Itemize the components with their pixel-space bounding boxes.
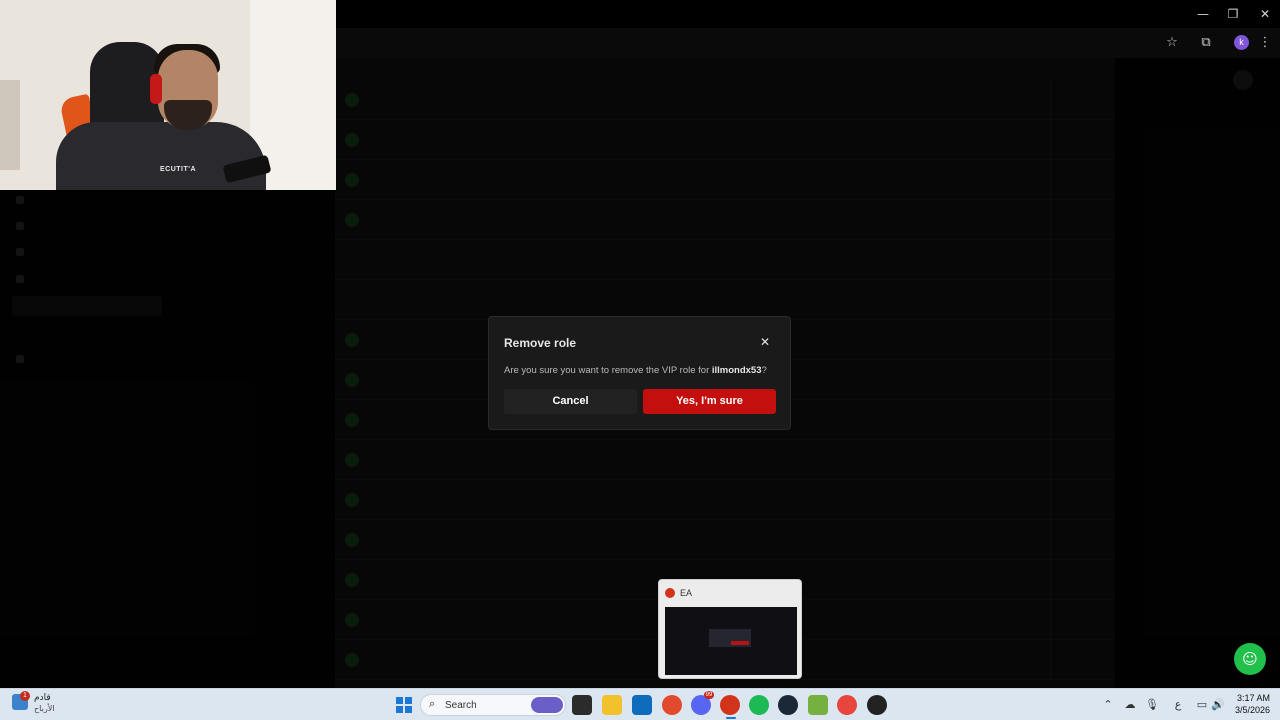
chevron-up-icon[interactable]: ⌃ bbox=[1100, 697, 1116, 713]
close-icon[interactable]: ✕ bbox=[757, 334, 773, 350]
widget-subtext[interactable]: الأرباح bbox=[34, 704, 54, 713]
steam-icon[interactable] bbox=[778, 695, 798, 715]
dialog-message-text: Are you sure you want to remove the VIP … bbox=[504, 365, 712, 376]
spotify-icon[interactable] bbox=[749, 695, 769, 715]
taskbar: 1 قادم الأرباح ⌕ Search 99 ⌃ ☁ 🎙 ع ▭ 🔊 3… bbox=[0, 688, 1280, 720]
cancel-button[interactable]: Cancel bbox=[504, 389, 637, 414]
preview-button bbox=[731, 641, 749, 645]
preview-title: EA bbox=[680, 588, 693, 598]
webcam-overlay: ECUTIT'A bbox=[0, 0, 336, 190]
notification-badge: 1 bbox=[20, 691, 30, 701]
cloud-icon[interactable]: ☁ bbox=[1122, 697, 1138, 713]
search-highlight-art bbox=[531, 697, 563, 713]
star-icon[interactable]: ☆ bbox=[1162, 33, 1182, 53]
search-placeholder: Search bbox=[445, 700, 477, 711]
dialog-message-end: ? bbox=[761, 365, 767, 376]
support-chat-icon[interactable]: ☺ bbox=[1234, 643, 1266, 675]
headset bbox=[150, 74, 162, 104]
puzzle-icon[interactable]: ⧉ bbox=[1196, 33, 1216, 53]
active-indicator bbox=[726, 717, 736, 719]
minimize-button[interactable]: — bbox=[1188, 4, 1218, 24]
chrome-icon[interactable] bbox=[837, 695, 857, 715]
restore-button[interactable]: ❐ bbox=[1218, 4, 1248, 24]
kebab-menu-icon[interactable]: ⋮ bbox=[1255, 33, 1275, 53]
dialog-username: illmondx53 bbox=[711, 365, 762, 376]
language-indicator[interactable]: ع bbox=[1170, 697, 1186, 713]
clock-date[interactable]: 3/5/2026 bbox=[1226, 705, 1270, 715]
file-explorer-icon[interactable] bbox=[602, 695, 622, 715]
store-icon[interactable] bbox=[632, 695, 652, 715]
search-icon: ⌕ bbox=[429, 697, 436, 710]
app-icon[interactable] bbox=[867, 695, 887, 715]
taskbar-search[interactable]: ⌕ Search bbox=[420, 694, 566, 716]
network-icon[interactable]: ▭ bbox=[1194, 697, 1210, 713]
windows-start-icon[interactable] bbox=[396, 697, 412, 713]
discord-badge: 99 bbox=[704, 691, 714, 699]
remove-role-dialog: Remove role ✕ Are you sure you want to r… bbox=[488, 316, 791, 430]
volume-icon[interactable]: 🔊 bbox=[1210, 697, 1226, 713]
hoodie-print: ECUTIT'A bbox=[160, 166, 196, 173]
taskbar-window-preview[interactable]: EA bbox=[658, 579, 802, 679]
ea-icon[interactable] bbox=[720, 695, 740, 715]
lamp bbox=[0, 80, 20, 170]
app-icon[interactable] bbox=[662, 695, 682, 715]
preview-thumbnail[interactable] bbox=[665, 607, 797, 675]
utorrent-icon[interactable] bbox=[808, 695, 828, 715]
screen: — ❐ ✕ ☆ ⧉ k ⋮ ECUTIT'A Remove role ✕ Are… bbox=[0, 0, 1280, 720]
clock-time[interactable]: 3:17 AM bbox=[1236, 693, 1270, 703]
profile-avatar[interactable]: k bbox=[1234, 35, 1249, 50]
task-view-icon[interactable] bbox=[572, 695, 592, 715]
dialog-message: Are you sure you want to remove the VIP … bbox=[504, 365, 789, 376]
dialog-title: Remove role bbox=[504, 336, 577, 350]
confirm-remove-button[interactable]: Yes, I'm sure bbox=[643, 389, 776, 414]
ea-app-icon bbox=[665, 588, 675, 598]
widget-text[interactable]: قادم bbox=[34, 693, 51, 703]
microphone-icon[interactable]: 🎙 bbox=[1144, 697, 1160, 713]
close-window-button[interactable]: ✕ bbox=[1250, 4, 1280, 24]
